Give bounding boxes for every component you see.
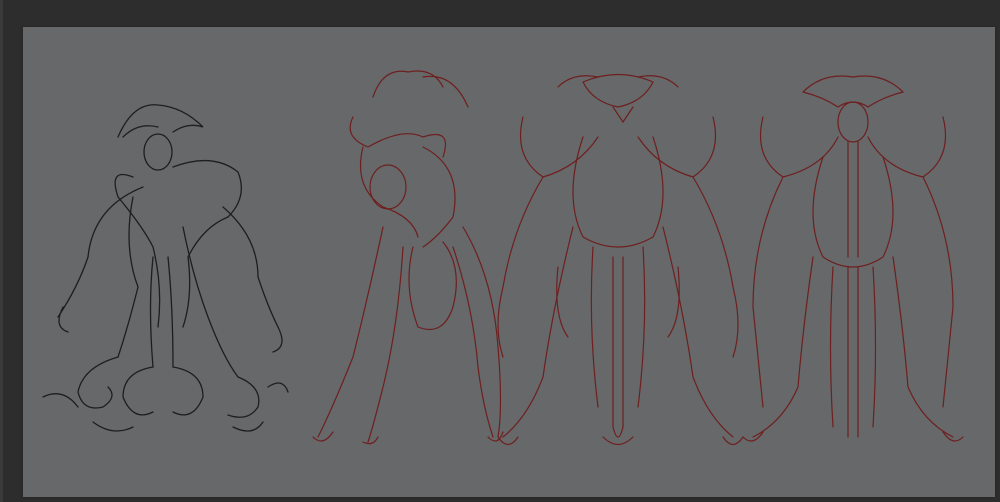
sketch-artwork: [42, 70, 964, 446]
sketch-figure-rough: [42, 104, 289, 432]
drawing-canvas[interactable]: [23, 27, 995, 497]
sketch-figure-side: [312, 70, 504, 445]
sketch-figure-back: [742, 75, 964, 442]
sketch-figure-front: [497, 73, 744, 446]
workspace-edge: [0, 0, 3, 502]
